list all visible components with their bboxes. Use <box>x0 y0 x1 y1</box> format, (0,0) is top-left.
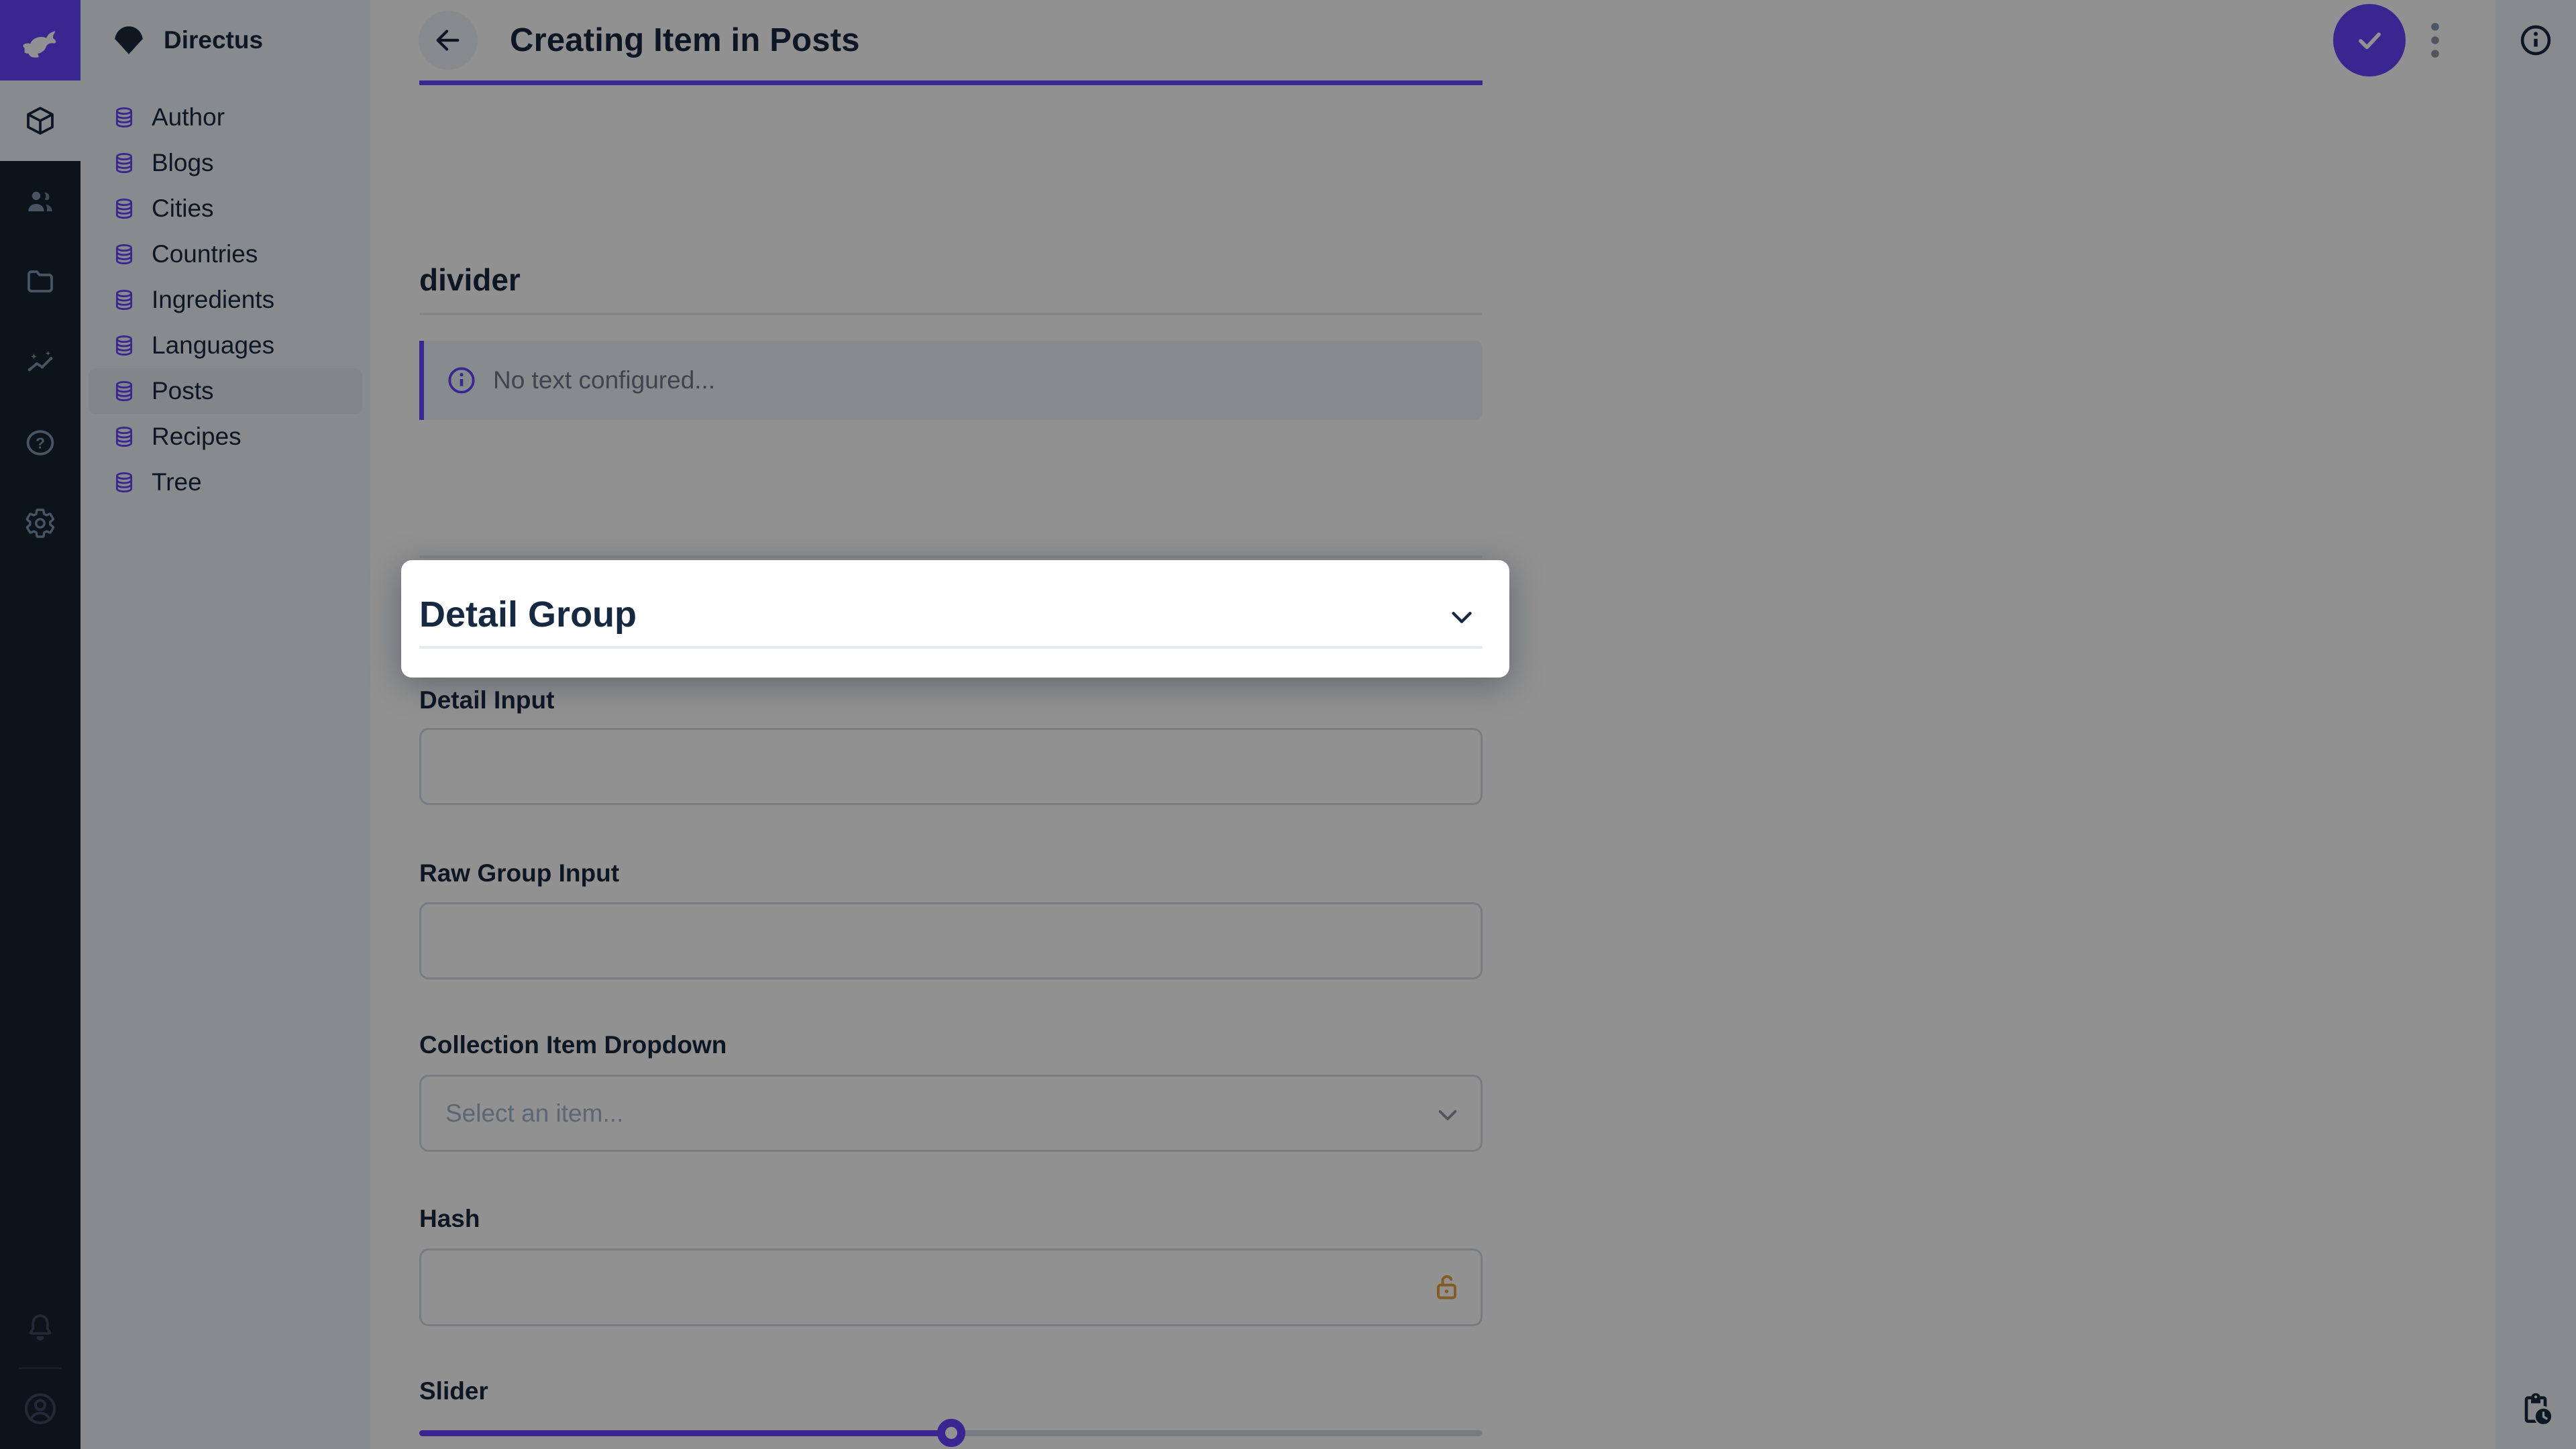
database-icon <box>113 152 136 174</box>
database-icon <box>113 471 136 494</box>
nav-item-label: Cities <box>152 195 214 223</box>
insights-icon <box>24 346 56 378</box>
divider-rule <box>419 313 1483 315</box>
scrolled-field-edge <box>419 80 1483 85</box>
collection-list: Author Blogs Cities Countries Ingredient… <box>80 80 370 505</box>
database-icon <box>113 106 136 129</box>
detail-group-rule <box>419 646 1483 649</box>
detail-input-field[interactable] <box>419 728 1483 805</box>
nav-item-label: Blogs <box>152 149 214 177</box>
info-icon <box>446 365 477 396</box>
app-window: ? Directus <box>0 0 2576 1449</box>
notice-accent-bar <box>419 341 424 420</box>
database-icon <box>113 380 136 402</box>
gear-icon <box>24 507 56 539</box>
module-content[interactable] <box>0 80 80 161</box>
module-files[interactable] <box>0 241 80 322</box>
account-button[interactable] <box>0 1390 80 1428</box>
nav-item-tree[interactable]: Tree <box>89 460 362 505</box>
database-icon <box>113 288 136 311</box>
info-sidebar-button[interactable] <box>2496 17 2576 63</box>
more-options-button[interactable] <box>2414 4 2457 76</box>
collection-item-dropdown-label: Collection Item Dropdown <box>419 1031 727 1059</box>
header-actions <box>2333 0 2457 80</box>
project-header[interactable]: Directus <box>80 0 370 80</box>
rabbit-logo-icon <box>14 14 66 66</box>
check-icon <box>2352 23 2387 58</box>
notice-banner: No text configured... <box>419 341 1483 420</box>
bell-icon <box>24 1311 56 1344</box>
avatar-icon <box>21 1390 59 1428</box>
page-header: Creating Item in Posts <box>370 0 2496 80</box>
nav-item-label: Posts <box>152 377 214 405</box>
box-icon <box>24 105 56 137</box>
module-users[interactable] <box>0 161 80 241</box>
nav-item-label: Recipes <box>152 423 241 451</box>
detail-group-title: Detail Group <box>419 594 637 635</box>
project-name: Directus <box>164 26 263 54</box>
notifications-button[interactable] <box>0 1311 80 1344</box>
dropdown-placeholder: Select an item... <box>445 1099 623 1128</box>
arrow-left-icon <box>433 25 464 56</box>
nav-item-label: Ingredients <box>152 286 274 314</box>
navigation-sidebar: Directus Author Blogs Cities Countries I… <box>80 0 370 1449</box>
directus-logo[interactable] <box>0 0 80 80</box>
raw-group-input-label: Raw Group Input <box>419 859 619 888</box>
hash-label: Hash <box>419 1205 480 1233</box>
project-icon <box>111 23 146 58</box>
divider-heading: divider <box>419 262 1483 298</box>
nav-item-author[interactable]: Author <box>89 95 362 140</box>
nav-item-label: Tree <box>152 468 202 496</box>
database-icon <box>113 425 136 448</box>
module-settings[interactable] <box>0 483 80 564</box>
chevron-down-icon <box>1434 1101 1462 1129</box>
database-icon <box>113 243 136 266</box>
help-icon: ? <box>24 427 56 459</box>
nav-item-label: Author <box>152 103 225 131</box>
slider-control[interactable] <box>419 1417 1483 1449</box>
module-help[interactable]: ? <box>0 402 80 483</box>
module-bar-divider <box>19 1367 62 1369</box>
nav-item-cities[interactable]: Cities <box>89 186 362 231</box>
hash-input-field[interactable] <box>419 1248 1483 1326</box>
clipboard-clock-icon <box>2517 1390 2555 1428</box>
detail-input-label: Detail Input <box>419 686 554 714</box>
module-bar: ? <box>0 0 80 1449</box>
collection-item-dropdown[interactable]: Select an item... <box>419 1075 1483 1152</box>
nav-item-posts[interactable]: Posts <box>89 368 362 414</box>
hash-field-wrapper <box>419 1248 1483 1326</box>
nav-item-recipes[interactable]: Recipes <box>89 414 362 460</box>
nav-item-countries[interactable]: Countries <box>89 231 362 277</box>
main-content: Creating Item in Posts divider <box>370 0 2496 1449</box>
nav-item-label: Countries <box>152 240 258 268</box>
nav-item-languages[interactable]: Languages <box>89 323 362 368</box>
slider-label: Slider <box>419 1377 488 1405</box>
unlock-icon <box>1430 1271 1462 1303</box>
info-icon <box>2518 23 2553 58</box>
accordion-top-rule <box>419 555 1483 558</box>
nav-item-blogs[interactable]: Blogs <box>89 140 362 186</box>
slider-thumb[interactable] <box>937 1419 965 1447</box>
back-button[interactable] <box>419 11 478 70</box>
slider-fill <box>419 1430 951 1436</box>
kebab-icon <box>2430 21 2440 60</box>
detail-group-header[interactable]: Detail Group <box>401 560 1509 678</box>
raw-group-input-field[interactable] <box>419 902 1483 979</box>
svg-text:?: ? <box>36 434 45 451</box>
module-insights[interactable] <box>0 322 80 402</box>
nav-item-label: Languages <box>152 331 274 360</box>
database-icon <box>113 334 136 357</box>
save-button[interactable] <box>2333 4 2406 76</box>
chevron-down-icon <box>1446 602 1477 633</box>
notice-text: No text configured... <box>493 366 715 394</box>
right-sidebar <box>2496 0 2576 1449</box>
people-icon <box>24 185 56 217</box>
folder-icon <box>24 266 56 298</box>
page-title: Creating Item in Posts <box>510 21 860 59</box>
nav-item-ingredients[interactable]: Ingredients <box>89 277 362 323</box>
form-body: divider No text configured... Accordion … <box>370 80 2496 1449</box>
revisions-sidebar-button[interactable] <box>2496 1386 2576 1432</box>
database-icon <box>113 197 136 220</box>
